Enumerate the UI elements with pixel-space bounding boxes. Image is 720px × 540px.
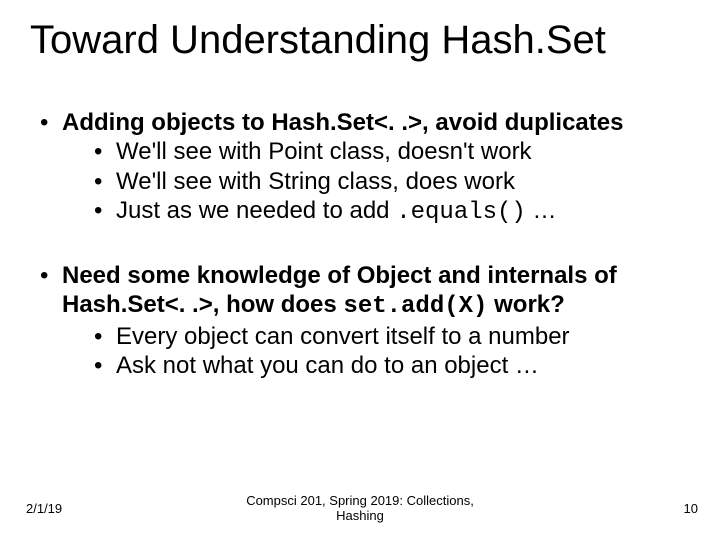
outer-list: Adding objects to Hash.Set<. .>, avoid d… bbox=[36, 108, 684, 227]
slide-body: Adding objects to Hash.Set<. .>, avoid d… bbox=[36, 108, 684, 380]
bullet-2-lead-post: work? bbox=[487, 291, 564, 318]
footer-page-number: 10 bbox=[684, 501, 698, 516]
bullet-2-sub-2: Ask not what you can do to an object … bbox=[90, 351, 684, 380]
slide-title: Toward Understanding Hash.Set bbox=[30, 18, 700, 62]
bullet-1-sub-2: We'll see with String class, does work bbox=[90, 167, 684, 196]
bullet-1-sub-1: We'll see with Point class, doesn't work bbox=[90, 137, 684, 166]
slide: Toward Understanding Hash.Set Adding obj… bbox=[0, 0, 720, 540]
bullet-1-sub-3: Just as we needed to add .equals() … bbox=[90, 196, 684, 227]
bullet-2-sublist: Every object can convert itself to a num… bbox=[62, 322, 684, 381]
footer-center-line-1: Compsci 201, Spring 2019: Collections, bbox=[246, 493, 474, 508]
bullet-1-lead: Adding objects to Hash.Set<. .>, avoid d… bbox=[62, 109, 623, 136]
spacer bbox=[36, 227, 684, 261]
bullet-2: Need some knowledge of Object and intern… bbox=[36, 261, 684, 380]
bullet-1-sublist: We'll see with Point class, doesn't work… bbox=[62, 137, 684, 227]
footer-center-line-2: Hashing bbox=[336, 508, 384, 523]
outer-list-2: Need some knowledge of Object and intern… bbox=[36, 261, 684, 380]
bullet-2-lead-code: set.add(X) bbox=[343, 293, 487, 320]
bullet-1-sub-3-pre: Just as we needed to add bbox=[116, 197, 396, 224]
bullet-1-sub-3-code: .equals() bbox=[396, 199, 526, 226]
bullet-2-lead: Need some knowledge of Object and intern… bbox=[62, 262, 617, 318]
bullet-2-sub-1: Every object can convert itself to a num… bbox=[90, 322, 684, 351]
bullet-1-sub-3-post: … bbox=[526, 197, 557, 224]
bullet-1: Adding objects to Hash.Set<. .>, avoid d… bbox=[36, 108, 684, 227]
footer-center: Compsci 201, Spring 2019: Collections, H… bbox=[0, 493, 720, 524]
